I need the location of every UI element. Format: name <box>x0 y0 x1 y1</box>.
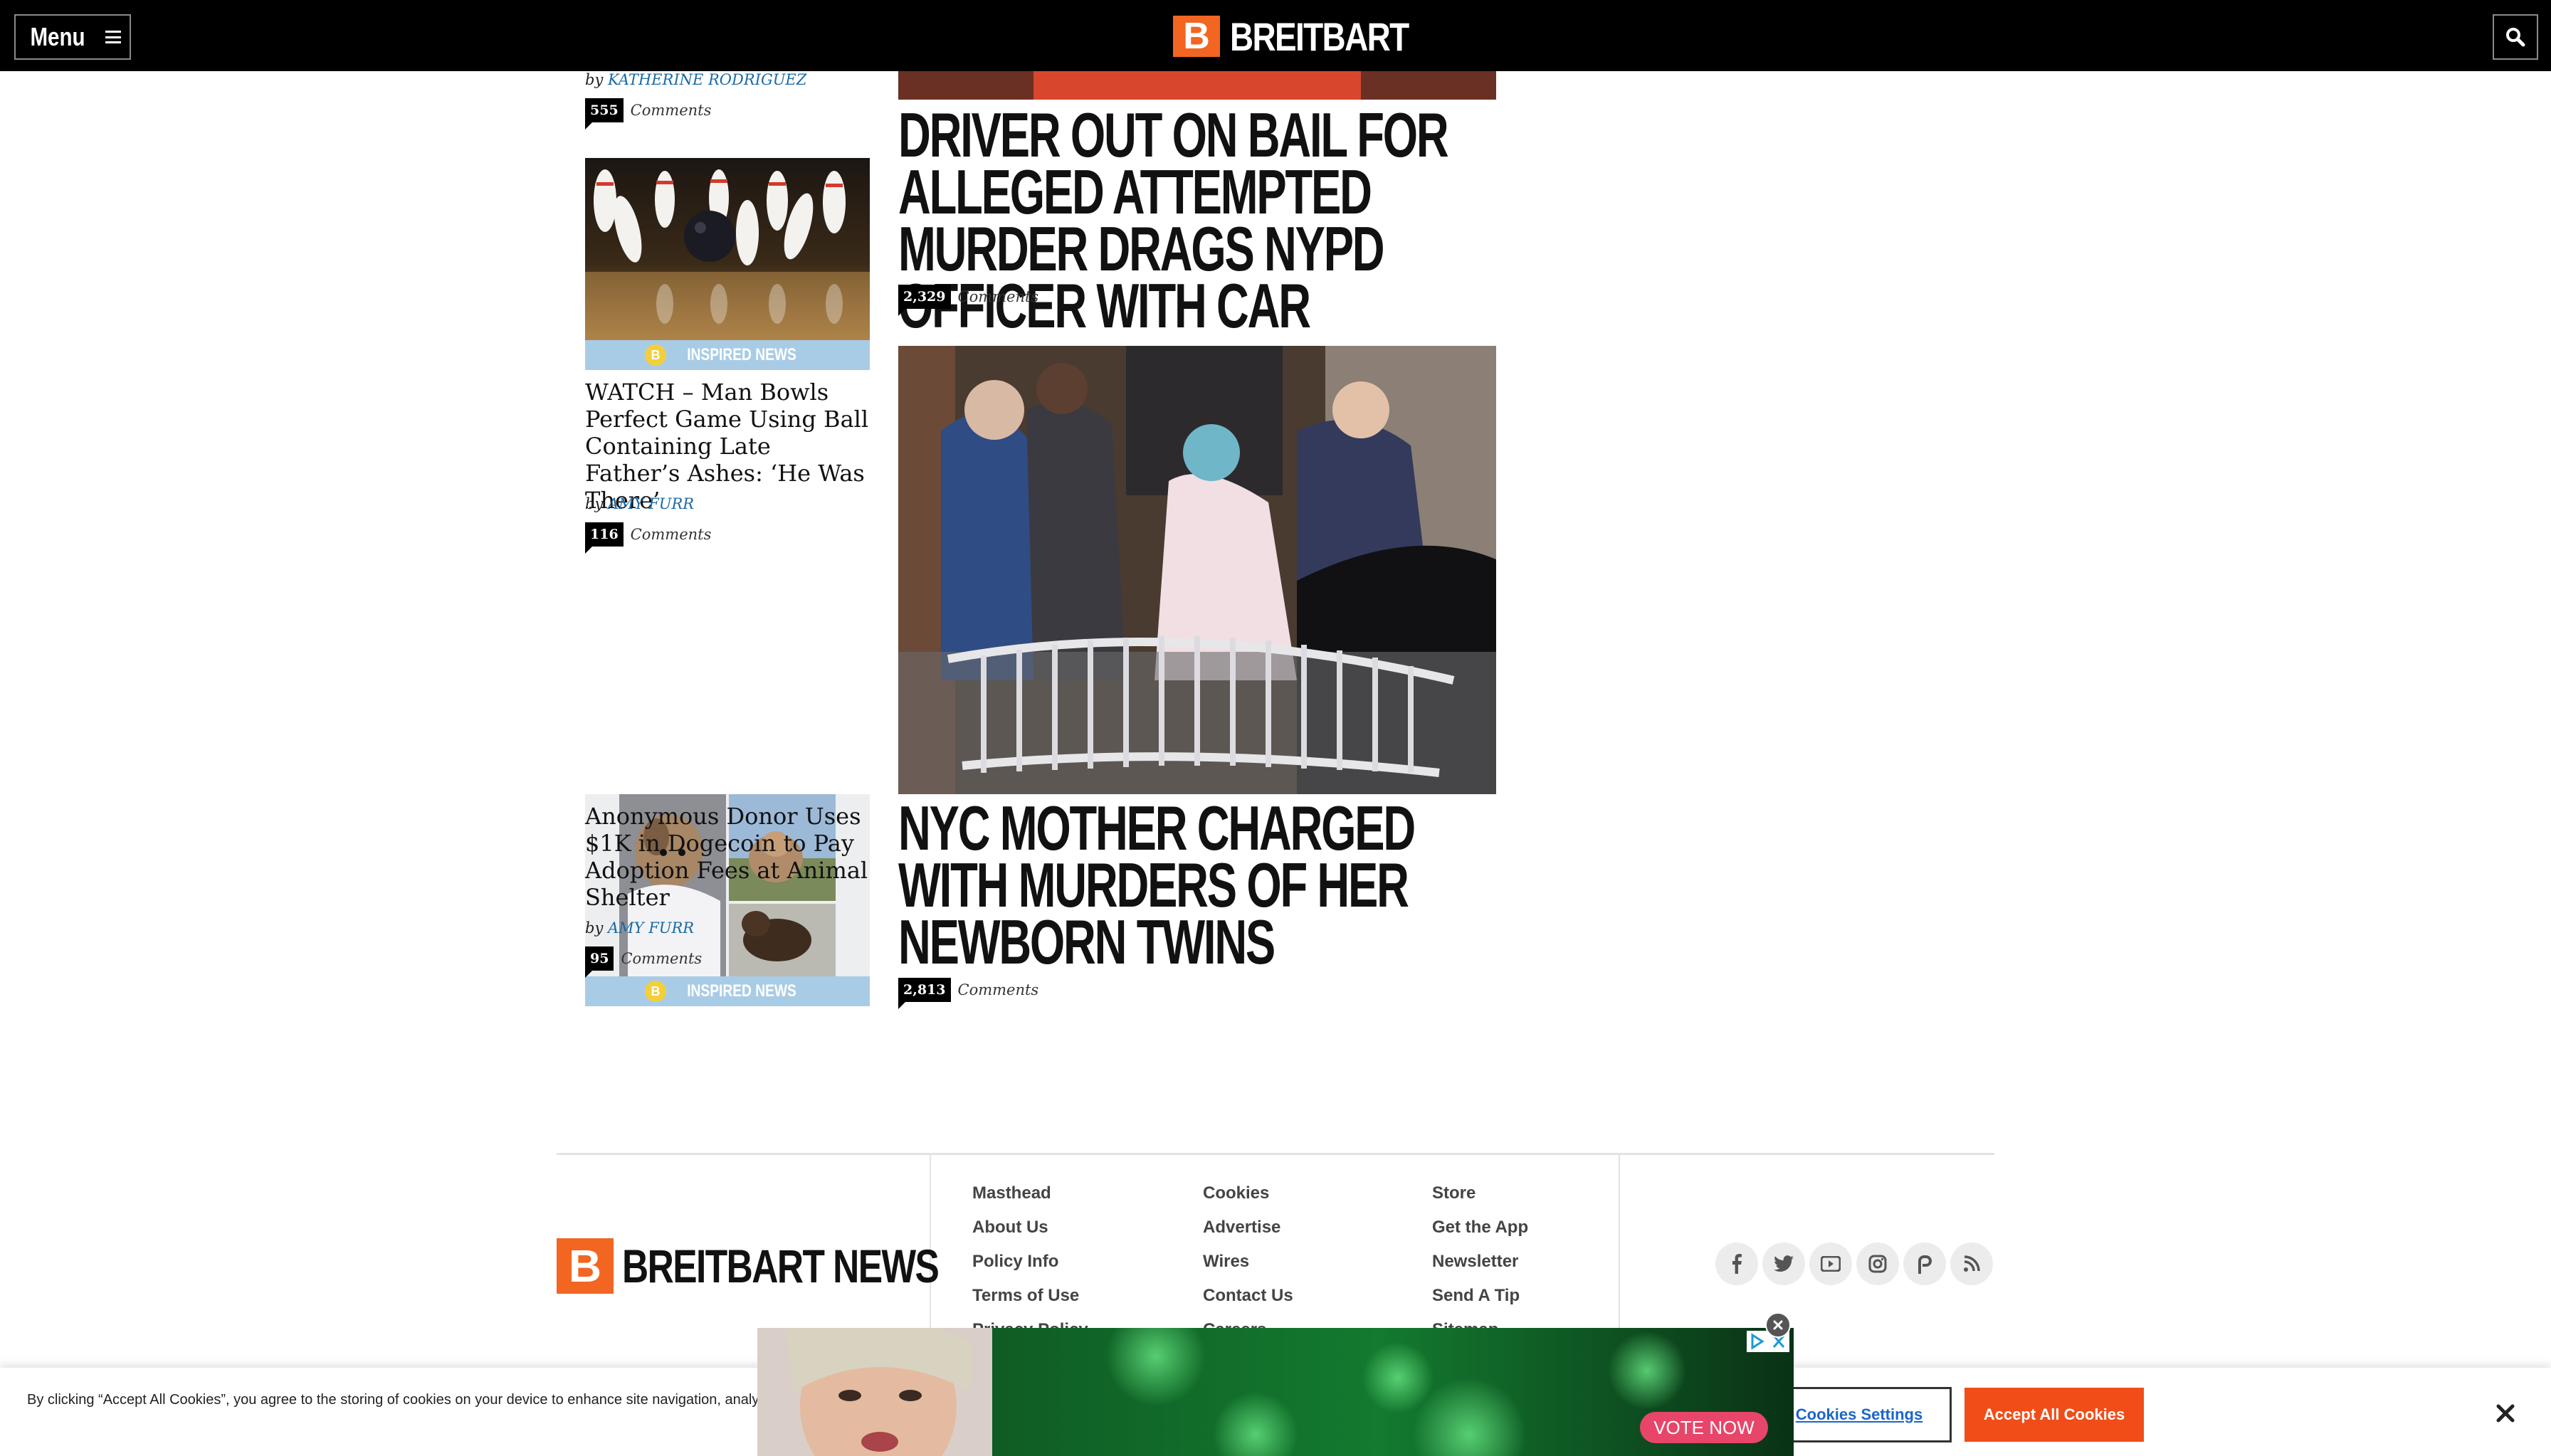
youtube-icon <box>1821 1256 1841 1272</box>
bowling-pins-image <box>585 158 870 370</box>
comment-count[interactable]: 116 Comments <box>585 522 712 554</box>
byline-prefix: by <box>585 919 604 937</box>
breitbart-b-logo-icon: B <box>557 1238 614 1294</box>
rss-link[interactable] <box>1950 1243 1993 1285</box>
comment-count-badge: 2,813 <box>898 978 951 1009</box>
rss-icon <box>1964 1255 1980 1272</box>
instagram-link[interactable] <box>1856 1243 1899 1285</box>
footer-links-column: Masthead About Us Policy Info Terms of U… <box>972 1184 1088 1339</box>
partial-image-detail <box>1033 71 1361 100</box>
badge-label: INSPIRED NEWS <box>687 981 796 1001</box>
footer-links-column: Store Get the App Newsletter Send A Tip … <box>1432 1184 1528 1339</box>
footer-link-cookies[interactable]: Cookies <box>1203 1184 1293 1203</box>
parler-icon <box>1918 1255 1932 1274</box>
author-link[interactable]: AMY FURR <box>608 495 694 512</box>
menu-button[interactable]: Menu <box>14 14 131 60</box>
twitter-link[interactable] <box>1762 1243 1805 1285</box>
footer-link-about-us[interactable]: About Us <box>972 1218 1088 1237</box>
inspired-news-badge: B INSPIRED NEWS <box>585 340 870 370</box>
close-icon <box>2496 1404 2515 1423</box>
advertisement-banner[interactable] <box>757 1328 1794 1456</box>
breitbart-b-badge-icon: B <box>644 344 666 366</box>
cookie-banner-close-button[interactable] <box>2491 1399 2520 1428</box>
footer-link-contact-us[interactable]: Contact Us <box>1203 1287 1293 1305</box>
footer-link-policy-info[interactable]: Policy Info <box>972 1252 1088 1271</box>
footer-divider <box>557 1153 1994 1155</box>
badge-label: INSPIRED NEWS <box>687 345 796 364</box>
site-logo[interactable]: B BREITBART <box>1173 14 1448 59</box>
article-thumbnail[interactable]: B INSPIRED NEWS <box>585 158 870 370</box>
accept-all-cookies-button[interactable]: Accept All Cookies <box>1964 1388 2144 1442</box>
menu-label: Menu <box>30 22 85 51</box>
article-title-link[interactable]: Anonymous Donor Uses $1K in Dogecoin to … <box>585 803 870 911</box>
article-image-partial[interactable] <box>898 71 1496 100</box>
facebook-icon <box>1732 1254 1742 1274</box>
twitter-icon <box>1774 1255 1794 1272</box>
search-button[interactable] <box>2493 14 2538 60</box>
ad-close-button[interactable] <box>1765 1312 1791 1338</box>
footer-links-column: Cookies Advertise Wires Contact Us Caree… <box>1203 1184 1293 1339</box>
comment-label: Comments <box>957 288 1039 305</box>
comment-count-badge: 116 <box>585 522 624 554</box>
comment-count-badge: 95 <box>585 946 614 978</box>
facebook-link[interactable] <box>1715 1243 1758 1285</box>
article-title-link[interactable]: WATCH – Man Bowls Perfect Game Using Bal… <box>585 379 870 514</box>
parler-link[interactable] <box>1903 1243 1946 1285</box>
search-icon <box>2506 28 2525 47</box>
article-byline: by AMY FURR <box>585 495 694 512</box>
comment-label: Comments <box>630 526 712 543</box>
comment-count-badge: 555 <box>585 98 624 130</box>
arrest-photo-image <box>898 346 1496 794</box>
cookie-settings-button[interactable]: Cookies Settings <box>1767 1387 1952 1442</box>
byline-prefix: by <box>585 71 604 88</box>
comment-count[interactable]: 2,329 Comments <box>898 285 1039 316</box>
footer-link-get-the-app[interactable]: Get the App <box>1432 1218 1528 1237</box>
article-image[interactable] <box>898 346 1496 794</box>
brand-wordmark: BREITBART <box>1230 14 1409 59</box>
social-links <box>1715 1243 1993 1285</box>
ad-background-image <box>757 1328 1794 1456</box>
comment-count[interactable]: 95 Comments <box>585 946 703 978</box>
comment-label: Comments <box>621 950 703 967</box>
youtube-link[interactable] <box>1809 1243 1852 1285</box>
footer-logo[interactable]: B BREITBART NEWS <box>557 1238 1028 1294</box>
breitbart-b-badge-icon: B <box>644 981 666 1002</box>
comment-count[interactable]: 555 Comments <box>585 98 712 130</box>
footer-link-masthead[interactable]: Masthead <box>972 1184 1088 1203</box>
author-link[interactable]: AMY FURR <box>608 919 694 937</box>
hamburger-icon <box>105 31 121 43</box>
footer-link-wires[interactable]: Wires <box>1203 1252 1293 1271</box>
byline-prefix: by <box>585 495 604 512</box>
author-link[interactable]: KATHERINE RODRIGUEZ <box>608 71 806 88</box>
footer-link-terms-of-use[interactable]: Terms of Use <box>972 1287 1088 1305</box>
footer-link-store[interactable]: Store <box>1432 1184 1528 1203</box>
instagram-icon <box>1868 1255 1887 1273</box>
comment-count[interactable]: 2,813 Comments <box>898 978 1039 1009</box>
article-headline-link[interactable]: NYC MOTHER CHARGED WITH MURDERS OF HER N… <box>898 797 1493 974</box>
comment-label: Comments <box>957 981 1039 998</box>
footer-link-advertise[interactable]: Advertise <box>1203 1218 1293 1237</box>
breitbart-b-logo-icon: B <box>1173 16 1220 57</box>
inspired-news-badge: B INSPIRED NEWS <box>585 976 870 1006</box>
article-byline: by AMY FURR <box>585 919 694 937</box>
footer-wordmark: BREITBART NEWS <box>622 1240 940 1292</box>
close-icon <box>1773 1320 1783 1330</box>
footer-link-send-a-tip[interactable]: Send A Tip <box>1432 1287 1528 1305</box>
vote-now-button[interactable]: VOTE NOW <box>1640 1412 1768 1443</box>
footer-link-newsletter[interactable]: Newsletter <box>1432 1252 1528 1271</box>
comment-label: Comments <box>630 102 712 119</box>
article-byline: by KATHERINE RODRIGUEZ <box>585 71 806 88</box>
comment-count-badge: 2,329 <box>898 285 951 316</box>
